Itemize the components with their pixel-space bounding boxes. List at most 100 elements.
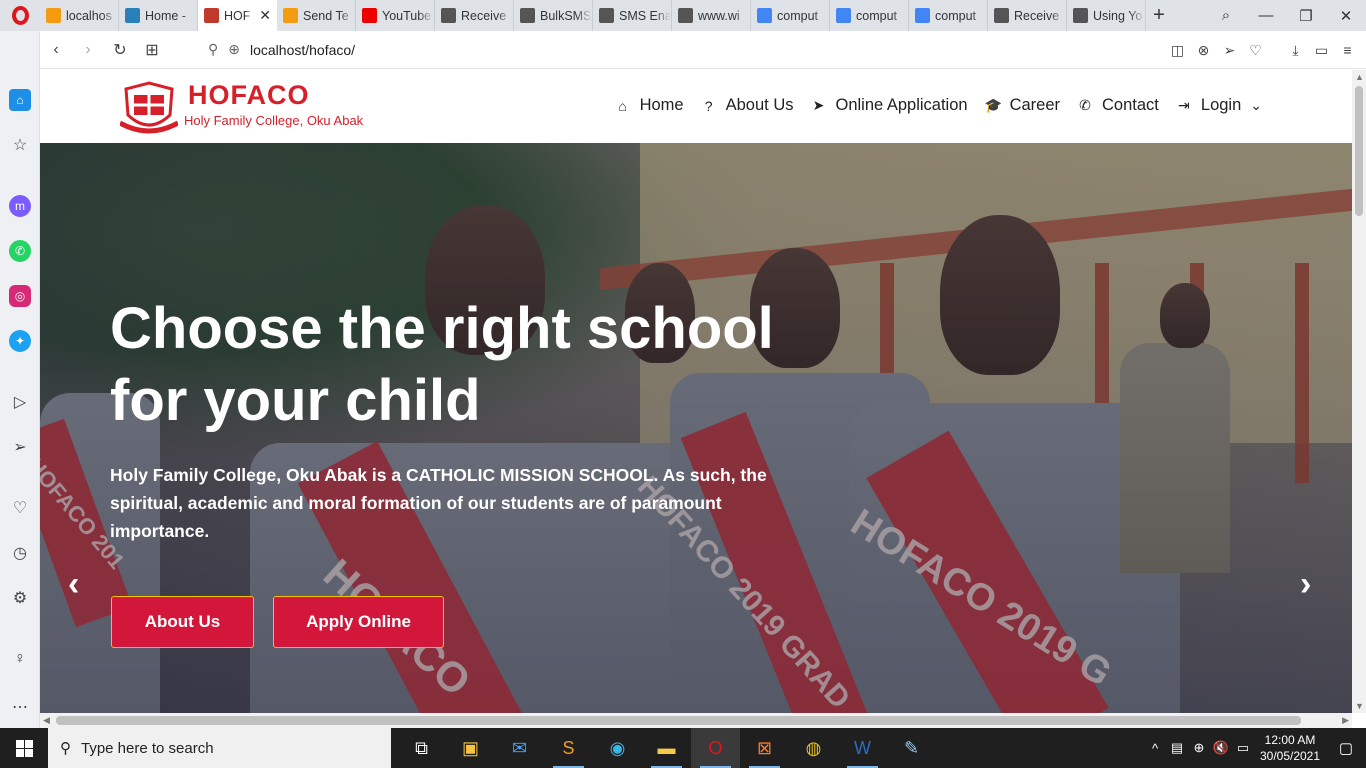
edge-icon[interactable]: ◉: [593, 728, 642, 768]
scroll-down-icon[interactable]: ▼: [1355, 701, 1364, 711]
heart-icon[interactable]: ♡: [1247, 42, 1264, 59]
network-status-icon[interactable]: ▤: [1166, 740, 1188, 756]
forward-button[interactable]: ›: [72, 31, 104, 69]
carousel-prev-icon[interactable]: ‹: [68, 565, 79, 604]
minimize-button[interactable]: —: [1246, 0, 1286, 31]
word-icon[interactable]: W: [838, 728, 887, 768]
easy-setup-icon[interactable]: ≡: [1339, 42, 1356, 58]
nav-label: About Us: [725, 96, 794, 114]
about-us-button[interactable]: About Us: [111, 596, 254, 648]
scrollbar-thumb[interactable]: [1355, 86, 1363, 216]
whatsapp-icon[interactable]: ✆: [9, 240, 31, 262]
xampp-icon[interactable]: ⊠: [740, 728, 789, 768]
taskbar-search-box[interactable]: ⚲ Type here to search: [48, 728, 391, 768]
horizontal-scrollbar[interactable]: ◀ ▶: [40, 713, 1352, 728]
file-explorer-icon[interactable]: ▬: [642, 728, 691, 768]
graduation-cap-icon: 🎓: [984, 97, 1003, 113]
browser-tab[interactable]: Send Te: [277, 0, 356, 31]
new-tab-button[interactable]: +: [1146, 0, 1172, 31]
sublime-icon[interactable]: S: [544, 728, 593, 768]
nav-online-application[interactable]: ➤ Online Application: [810, 96, 968, 115]
home-icon: ⌂: [618, 97, 627, 114]
close-tab-icon[interactable]: ✕: [259, 7, 271, 24]
instagram-icon[interactable]: ◎: [9, 285, 31, 307]
browser-tab[interactable]: Receive: [435, 0, 514, 31]
browser-tab[interactable]: localhos: [40, 0, 119, 31]
vertical-scrollbar[interactable]: ▲ ▼: [1352, 70, 1366, 713]
tab-title: YouTube: [382, 8, 432, 23]
site-info-icon[interactable]: ⚲: [208, 41, 218, 58]
scroll-up-icon[interactable]: ▲: [1355, 72, 1364, 82]
close-window-button[interactable]: ✕: [1326, 0, 1366, 31]
notifications-icon[interactable]: ▢: [1326, 739, 1366, 757]
browser-tab[interactable]: comput: [909, 0, 988, 31]
volume-icon[interactable]: 🔇: [1210, 740, 1232, 756]
carousel-next-icon[interactable]: ›: [1300, 565, 1311, 604]
browser-tab[interactable]: SMS Ena: [593, 0, 672, 31]
reload-button[interactable]: ↻: [104, 31, 136, 69]
smiley-icon: [283, 8, 298, 23]
url-field[interactable]: ⚲ ⊕ localhost/hofaco/: [208, 41, 355, 58]
history-icon[interactable]: ◷: [9, 542, 31, 564]
nav-contact[interactable]: ✆ Contact: [1077, 96, 1159, 115]
browser-sidebar: ⌂ ☆ m ✆ ◎ ✦ ▷ ➢ ♡ ◷ ⚙ ♀ ⋯: [0, 31, 40, 728]
nav-career[interactable]: 🎓 Career: [985, 96, 1060, 115]
browser-tab[interactable]: Using Yo: [1067, 0, 1146, 31]
nav-login[interactable]: ⇥ Login ⌄: [1176, 96, 1262, 115]
nav-home[interactable]: ⌂ Home: [615, 96, 683, 115]
bookmarks-icon[interactable]: ☆: [9, 134, 31, 156]
pma-icon: [46, 8, 61, 23]
twitter-icon[interactable]: ✦: [9, 330, 31, 352]
language-globe-icon[interactable]: ⊕: [1188, 740, 1210, 756]
taskbar-clock[interactable]: 12:00 AM 30/05/2021: [1254, 732, 1326, 764]
adblock-icon[interactable]: ⊗: [1195, 42, 1212, 59]
opera-taskbar-icon[interactable]: O: [691, 728, 740, 768]
snapshot-icon[interactable]: ◫: [1169, 42, 1186, 59]
more-icon[interactable]: ⋯: [9, 696, 31, 718]
doc-icon: [1073, 8, 1088, 23]
browser-tab[interactable]: Receive: [988, 0, 1067, 31]
pinboard-heart-icon[interactable]: ♡: [9, 497, 31, 519]
system-tray: ^ ▤ ⊕ 🔇 ▭ 12:00 AM 30/05/2021 ▢: [1144, 728, 1366, 768]
browser-tab[interactable]: www.wi: [672, 0, 751, 31]
settings-gear-icon[interactable]: ⚙: [9, 587, 31, 609]
task-view-icon[interactable]: ⧉: [397, 728, 446, 768]
browser-tab[interactable]: Home -: [119, 0, 198, 31]
maximize-button[interactable]: ❐: [1286, 0, 1326, 31]
scroll-right-icon[interactable]: ▶: [1342, 715, 1349, 726]
scrollbar-thumb[interactable]: [56, 716, 1301, 725]
logo-subtitle: Holy Family College, Oku Abak: [184, 113, 364, 128]
tab-title: SMS Ena: [619, 8, 671, 23]
mail-icon[interactable]: ✉: [495, 728, 544, 768]
nav-about-us[interactable]: ? About Us: [701, 96, 794, 115]
send-icon[interactable]: ➢: [1221, 42, 1238, 59]
show-hidden-icons-icon[interactable]: ^: [1144, 741, 1166, 756]
app-icon[interactable]: ◍: [789, 728, 838, 768]
browser-tab[interactable]: HOF ✕: [198, 0, 277, 31]
download-icon[interactable]: ⤓: [1287, 42, 1304, 59]
school-crest-icon[interactable]: [120, 81, 178, 135]
hofaco-icon: [204, 8, 219, 23]
browser-tab[interactable]: comput: [830, 0, 909, 31]
start-button[interactable]: [0, 728, 48, 768]
messenger-icon[interactable]: m: [9, 195, 31, 217]
battery-icon[interactable]: ▭: [1232, 740, 1254, 756]
logo-name[interactable]: HOFACO: [188, 80, 310, 111]
scroll-left-icon[interactable]: ◀: [43, 715, 50, 726]
tips-bulb-icon[interactable]: ♀: [9, 648, 31, 670]
search-tabs-icon[interactable]: ⌕: [1206, 0, 1246, 31]
flow-icon[interactable]: ➢: [9, 436, 31, 458]
opera-menu-button[interactable]: [0, 0, 40, 31]
globe-icon: ⊕: [228, 41, 240, 57]
browser-tab[interactable]: BulkSMS: [514, 0, 593, 31]
browser-tab[interactable]: YouTube: [356, 0, 435, 31]
browser-tab[interactable]: comput: [751, 0, 830, 31]
store-icon[interactable]: ▣: [446, 728, 495, 768]
back-button[interactable]: ‹: [40, 31, 72, 69]
player-icon[interactable]: ▷: [9, 391, 31, 413]
home-speed-dial-icon[interactable]: ⌂: [9, 89, 31, 111]
battery-saver-icon[interactable]: ▭: [1313, 42, 1330, 59]
apply-online-button[interactable]: Apply Online: [273, 596, 444, 648]
tab-grid-icon[interactable]: ⊞: [136, 31, 168, 69]
paint-icon[interactable]: ✎: [887, 728, 936, 768]
